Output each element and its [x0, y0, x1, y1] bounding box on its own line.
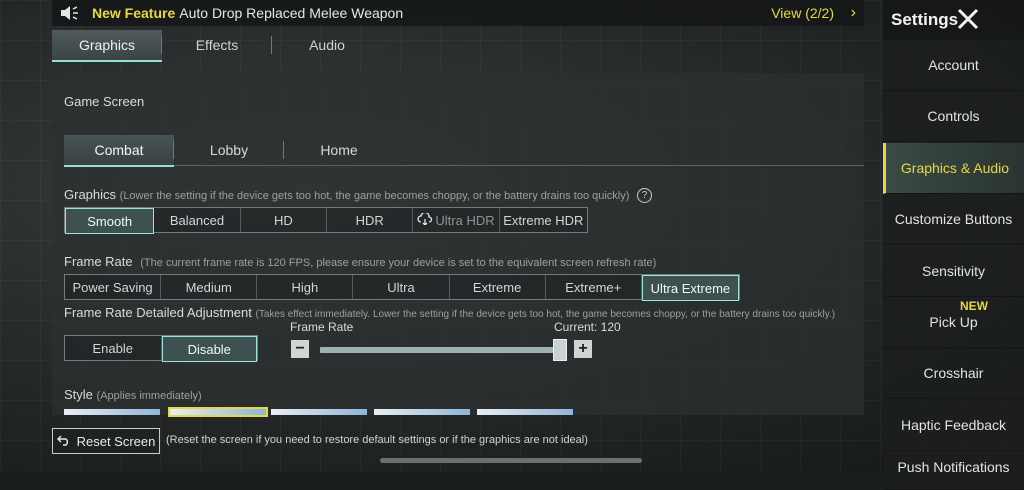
graphics-option-hdr[interactable]: HDR — [327, 208, 414, 232]
sidebar-item-haptic-feedback[interactable]: Haptic Feedback — [883, 399, 1024, 451]
frame-rate-slider-track[interactable] — [320, 347, 558, 353]
cloud-download-icon — [417, 211, 433, 228]
new-badge: NEW — [960, 298, 988, 313]
reset-screen-label: Reset Screen — [76, 433, 156, 449]
graphics-option-balanced[interactable]: Balanced — [154, 208, 241, 232]
frame-rate-hint: (The current frame rate is 120 FPS, plea… — [140, 257, 657, 269]
slider-current-value: Current: 120 — [554, 320, 621, 334]
disable-option[interactable]: Disable — [161, 336, 257, 362]
chevron-right-icon[interactable]: › — [851, 4, 856, 22]
sidebar-item-sensitivity[interactable]: Sensitivity — [883, 245, 1024, 297]
frame-rate-adjust-hint: (Takes effect immediately. Lower the set… — [255, 309, 836, 320]
frame-rate-option-high[interactable]: High — [257, 275, 354, 299]
sidebar-item-graphics-audio[interactable]: Graphics & Audio — [883, 142, 1024, 194]
frame-rate-label-row: Frame Rate (The current frame rate is 12… — [64, 254, 656, 269]
style-thumbnail[interactable] — [271, 409, 367, 415]
tab-audio[interactable]: Audio — [272, 30, 382, 60]
graphics-quality-selector: Smooth Balanced HD HDR Ultra HDR Extreme… — [64, 207, 588, 234]
tab-home[interactable]: Home — [284, 135, 394, 165]
style-thumbnail-selected[interactable] — [168, 407, 268, 417]
announcement-message: Auto Drop Replaced Melee Weapon — [179, 5, 404, 21]
frame-rate-adjust-label-row: Frame Rate Detailed Adjustment (Takes ef… — [64, 305, 835, 320]
frame-rate-option-extreme-plus[interactable]: Extreme+ — [546, 275, 642, 299]
frame-rate-adjust-toggle: Enable Disable — [64, 335, 258, 362]
style-label: Style — [64, 387, 93, 402]
style-label-row: Style (Applies immediately) — [64, 387, 202, 402]
style-thumbnail[interactable] — [374, 409, 470, 415]
frame-rate-adjust-label: Frame Rate Detailed Adjustment — [64, 305, 252, 320]
frame-rate-slider-handle[interactable] — [553, 339, 567, 361]
frame-rate-option-ultra[interactable]: Ultra — [353, 275, 450, 299]
frame-rate-label: Frame Rate — [64, 254, 133, 269]
settings-sidebar: Account Controls Graphics & Audio Custom… — [883, 40, 1024, 490]
graphics-label: Graphics — [64, 187, 117, 202]
style-thumbnail[interactable] — [477, 409, 573, 415]
tab-combat[interactable]: Combat — [64, 135, 174, 167]
graphics-option-smooth[interactable]: Smooth — [65, 208, 155, 234]
frame-rate-selector: Power Saving Medium High Ultra Extreme E… — [64, 274, 740, 301]
frame-rate-option-extreme[interactable]: Extreme — [450, 275, 546, 299]
graphics-option-ultra-hdr[interactable]: Ultra HDR — [413, 208, 500, 232]
style-thumbnail[interactable] — [64, 409, 160, 415]
screen-tab-bar: Combat Lobby Home — [64, 135, 864, 167]
undo-icon — [56, 434, 71, 449]
reset-screen-button[interactable]: Reset Screen — [52, 428, 160, 454]
home-indicator[interactable] — [380, 458, 642, 463]
tab-lobby[interactable]: Lobby — [174, 135, 284, 165]
settings-title: Settings — [891, 10, 959, 29]
graphics-hint: (Lower the setting if the device gets to… — [119, 190, 630, 202]
speaker-icon — [56, 0, 82, 26]
reset-note: (Reset the screen if you need to restore… — [166, 434, 588, 446]
slider-label: Frame Rate — [290, 320, 354, 334]
section-title: Game Screen — [64, 94, 145, 109]
frame-rate-option-power-saving[interactable]: Power Saving — [65, 275, 162, 299]
plus-button[interactable]: + — [574, 340, 592, 358]
frame-rate-option-medium[interactable]: Medium — [161, 275, 258, 299]
sidebar-item-push-notifications[interactable]: Push Notifications — [883, 451, 1024, 490]
settings-panel: Game Screen Combat Lobby Home Graphics (… — [52, 73, 864, 417]
announcement-view-link[interactable]: View (2/2) — [771, 5, 834, 21]
graphics-label-row: Graphics (Lower the setting if the devic… — [64, 187, 653, 204]
sidebar-item-account[interactable]: Account — [883, 40, 1024, 91]
tab-effects[interactable]: Effects — [162, 30, 272, 60]
close-icon[interactable] — [956, 7, 980, 31]
enable-option[interactable]: Enable — [65, 336, 162, 360]
sidebar-item-crosshair[interactable]: Crosshair — [883, 348, 1024, 400]
top-tab-bar: Graphics Effects Audio — [52, 30, 382, 62]
announcement-bar[interactable]: New Feature Auto Drop Replaced Melee Wea… — [52, 0, 864, 26]
graphics-option-extreme-hdr[interactable]: Extreme HDR — [500, 208, 587, 232]
help-icon[interactable]: ? — [637, 188, 653, 204]
sidebar-item-label: Pick Up — [929, 313, 978, 330]
graphics-option-ultra-hdr-label: Ultra HDR — [435, 212, 495, 228]
style-hint: (Applies immediately) — [96, 390, 202, 402]
minus-button[interactable]: − — [291, 340, 309, 358]
sidebar-item-controls[interactable]: Controls — [883, 91, 1024, 143]
tab-graphics[interactable]: Graphics — [52, 30, 162, 62]
announcement-tag: New Feature — [92, 5, 176, 21]
sidebar-item-customize-buttons[interactable]: Customize Buttons — [883, 194, 1024, 246]
sidebar-item-pick-up[interactable]: Pick Up NEW — [883, 296, 1024, 348]
graphics-option-hd[interactable]: HD — [241, 208, 328, 232]
frame-rate-option-ultra-extreme[interactable]: Ultra Extreme — [641, 275, 739, 301]
